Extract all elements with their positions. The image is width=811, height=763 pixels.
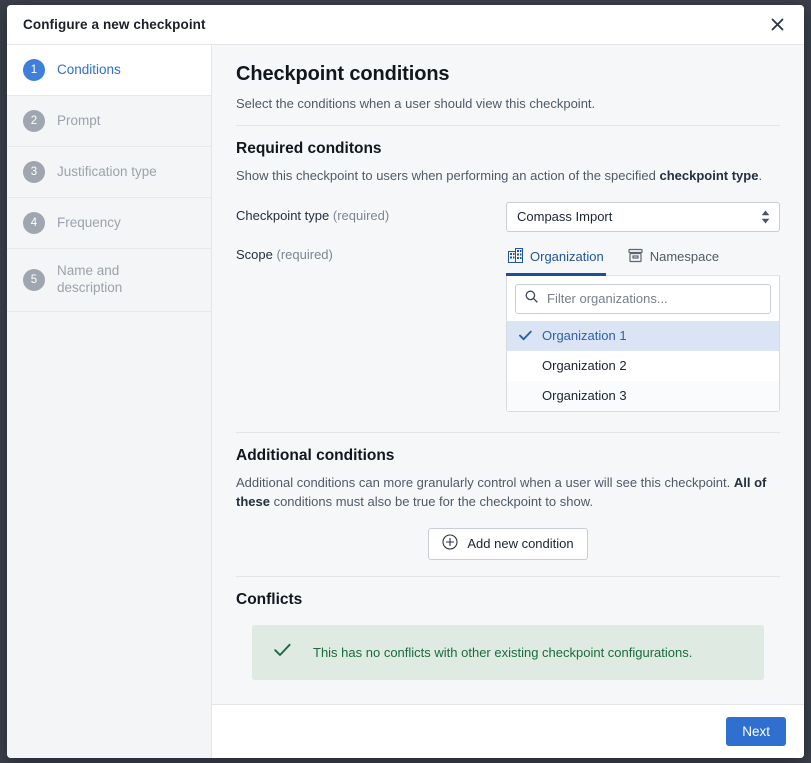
conflicts-status-text: This has no conflicts with other existin… xyxy=(313,644,693,660)
scope-required-marker: (required) xyxy=(276,246,333,262)
organization-picker: Organization 1 Organization 2 Organizati… xyxy=(506,275,780,412)
checkpoint-type-label-text: Checkpoint type xyxy=(236,207,330,223)
wizard-sidebar: 1 Conditions 2 Prompt 3 Justification ty… xyxy=(7,45,212,758)
sidebar-step-label: Name and description xyxy=(57,263,123,295)
page-title: Checkpoint conditions xyxy=(236,63,450,85)
scope-label-text: Scope xyxy=(236,246,273,262)
archive-glyph xyxy=(628,248,643,262)
page-subtitle: Select the conditions when a user should… xyxy=(236,96,596,111)
sidebar-step-label: Prompt xyxy=(57,112,101,128)
sidebar-step-frequency[interactable]: 4 Frequency xyxy=(7,198,211,249)
additional-desc-end: conditions must also be true for the che… xyxy=(269,493,593,509)
search-glyph xyxy=(525,290,538,303)
organization-option-label: Organization 1 xyxy=(542,328,627,344)
configure-checkpoint-dialog: Configure a new checkpoint 1 Conditions … xyxy=(7,5,804,758)
additional-desc-start: Additional conditions can more granularl… xyxy=(236,474,734,490)
organization-option-label: Organization 3 xyxy=(542,388,627,404)
chevron-up-glyph xyxy=(761,210,770,216)
close-icon[interactable] xyxy=(764,12,790,38)
plus-circle-glyph xyxy=(442,534,458,550)
sidebar-step-label: Conditions xyxy=(57,61,121,77)
scope-label: Scope (required) xyxy=(236,244,506,262)
step-number-5: 5 xyxy=(23,268,45,291)
checkpoint-type-value: Compass Import xyxy=(517,209,613,225)
dialog-titlebar: Configure a new checkpoint xyxy=(7,5,804,45)
organization-option-2[interactable]: Organization 2 xyxy=(507,351,779,381)
dialog-footer: Next xyxy=(212,704,804,758)
check-icon xyxy=(519,330,532,341)
check-icon xyxy=(274,643,291,662)
add-condition-row: Add new condition xyxy=(236,527,780,560)
close-glyph xyxy=(771,18,783,31)
screen: Configure a new checkpoint 1 Conditions … xyxy=(0,0,811,763)
required-conditions-description: Show this checkpoint to users when perfo… xyxy=(236,167,780,186)
dialog-title: Configure a new checkpoint xyxy=(23,17,206,32)
scope-tabs: Organization Namespace xyxy=(506,244,780,276)
desc-text-start: Show this checkpoint to users when perfo… xyxy=(236,168,660,183)
conditions-content: Checkpoint conditions Select the conditi… xyxy=(212,45,804,704)
scope-field: Organization Namespace Filter organizati… xyxy=(506,244,780,412)
check-glyph xyxy=(274,643,291,656)
building-icon xyxy=(508,247,523,266)
conflicts-heading: Conflicts xyxy=(236,590,303,608)
organization-option-1[interactable]: Organization 1 xyxy=(507,320,779,351)
sidebar-step-conditions[interactable]: 1 Conditions xyxy=(7,45,211,96)
required-conditions-heading: Required conditons xyxy=(236,140,382,157)
organization-option-3[interactable]: Organization 3 xyxy=(507,380,779,411)
add-new-condition-button[interactable]: Add new condition xyxy=(428,527,588,560)
organization-filter-field[interactable] xyxy=(515,283,771,314)
tab-namespace-label: Namespace xyxy=(649,249,720,265)
checkpoint-type-label: Checkpoint type (required) xyxy=(236,202,506,223)
sidebar-step-justification-type[interactable]: 3 Justification type xyxy=(7,147,211,198)
step-number-2: 2 xyxy=(23,110,45,132)
sidebar-step-label: Justification type xyxy=(57,163,157,179)
checkpoint-type-required-marker: (required) xyxy=(332,207,390,223)
sidebar-step-prompt[interactable]: 2 Prompt xyxy=(7,96,211,147)
divider xyxy=(236,575,780,577)
search-icon xyxy=(525,290,538,308)
step-number-1: 1 xyxy=(23,59,45,81)
sidebar-step-name-and-description[interactable]: 5 Name and description xyxy=(7,249,211,312)
chevron-down-glyph xyxy=(761,218,770,224)
check-glyph xyxy=(519,330,532,341)
search-input[interactable] xyxy=(545,290,761,308)
checkpoint-type-select[interactable]: Compass Import xyxy=(506,201,780,232)
organization-option-label: Organization 2 xyxy=(542,358,627,374)
dialog-body: 1 Conditions 2 Prompt 3 Justification ty… xyxy=(7,45,804,758)
checkpoint-type-field: Compass Import xyxy=(506,201,780,232)
tab-organization-label: Organization xyxy=(530,249,604,265)
step-number-3: 3 xyxy=(23,161,45,183)
organization-filter-wrapper xyxy=(507,276,779,321)
checkpoint-type-row: Checkpoint type (required) Compass Impor… xyxy=(236,201,780,232)
divider xyxy=(236,431,780,433)
divider xyxy=(236,125,780,126)
building-glyph xyxy=(508,247,523,263)
sidebar-step-label: Frequency xyxy=(57,214,121,230)
conflicts-status-banner: This has no conflicts with other existin… xyxy=(252,624,764,680)
tab-organization[interactable]: Organization xyxy=(506,244,606,276)
chevron-updown-icon xyxy=(761,210,770,224)
archive-icon xyxy=(628,248,643,266)
additional-conditions-description: Additional conditions can more granularl… xyxy=(236,474,780,512)
additional-conditions-heading: Additional conditions xyxy=(236,446,395,464)
step-number-4: 4 xyxy=(23,212,45,234)
tab-namespace[interactable]: Namespace xyxy=(626,244,721,276)
desc-text-end: . xyxy=(758,168,763,183)
wizard-main-panel: Checkpoint conditions Select the conditi… xyxy=(212,45,804,758)
scope-row: Scope (required) Organization Namespace … xyxy=(236,244,780,412)
desc-text-bold: checkpoint type xyxy=(659,168,759,183)
add-new-condition-label: Add new condition xyxy=(467,536,574,552)
next-button[interactable]: Next xyxy=(726,717,786,746)
plus-circle-icon xyxy=(442,534,458,553)
